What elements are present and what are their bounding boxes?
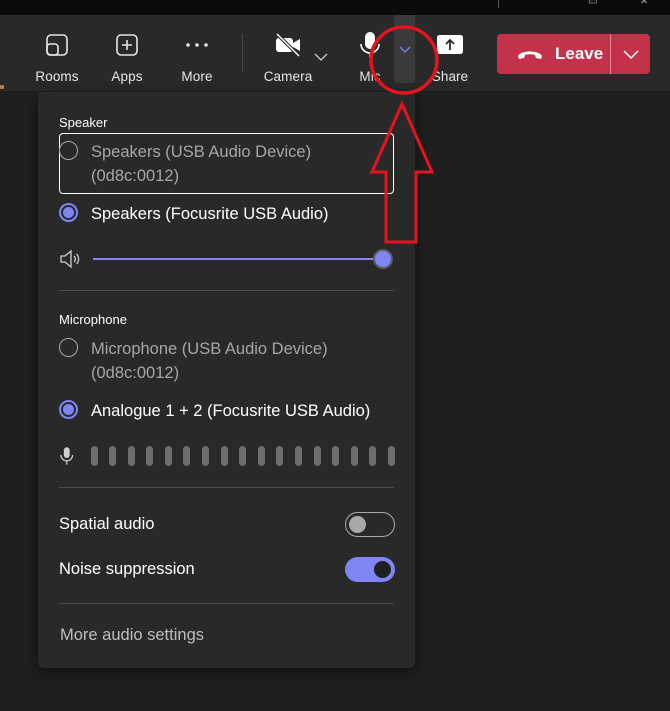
slider-track[interactable] <box>93 258 383 260</box>
toggle-knob <box>374 560 391 578</box>
camera-off-icon <box>274 29 302 61</box>
spatial-audio-setting: Spatial audio <box>59 511 395 537</box>
apps-plus-icon <box>115 29 139 61</box>
level-meter-bars <box>90 446 395 466</box>
microphone-option-focusrite[interactable]: Analogue 1 + 2 (Focusrite USB Audio) <box>59 399 395 423</box>
more-audio-settings-link[interactable]: More audio settings <box>60 626 204 645</box>
level-meter-bar <box>369 446 377 466</box>
toolbar-divider <box>242 34 243 72</box>
speaker-option-focusrite[interactable]: Speakers (Focusrite USB Audio) <box>59 202 395 226</box>
spatial-audio-label: Spatial audio <box>59 514 155 533</box>
toggle-knob <box>349 515 366 533</box>
rooms-label: Rooms <box>35 69 79 84</box>
partial-chevron-icon[interactable] <box>0 85 4 89</box>
spatial-audio-toggle[interactable] <box>345 511 395 537</box>
level-meter-bar <box>332 446 340 466</box>
leave-button[interactable]: Leave <box>497 34 610 74</box>
level-meter-bar <box>109 446 117 466</box>
radio-button[interactable] <box>59 338 78 357</box>
window-title-bar: ▭ ✕ <box>0 0 670 15</box>
level-meter-bar <box>127 446 135 466</box>
more-button[interactable]: More <box>170 15 224 91</box>
chevron-down-icon <box>622 49 639 59</box>
chevron-down-icon <box>399 46 410 53</box>
section-divider <box>59 487 394 488</box>
radio-button-selected[interactable] <box>59 203 78 222</box>
section-divider <box>59 290 394 291</box>
level-meter-bar <box>276 446 284 466</box>
leave-label: Leave <box>555 44 604 63</box>
slider-thumb[interactable] <box>373 249 393 269</box>
speaker-option-usb-audio-device[interactable]: Speakers (USB Audio Device) (0d8c:0012) <box>59 140 395 188</box>
level-meter-bar <box>313 446 321 466</box>
level-meter-bar <box>220 446 228 466</box>
rooms-icon <box>45 29 69 61</box>
level-meter-bar <box>350 446 358 466</box>
level-meter-bar <box>90 446 98 466</box>
level-meter-bar <box>257 446 265 466</box>
speaker-option-label: Speakers (USB Audio Device) (0d8c:0012) <box>91 143 312 185</box>
microphone-icon <box>359 29 381 61</box>
level-meter-bar <box>388 446 395 466</box>
camera-label: Camera <box>263 69 313 84</box>
microphone-option-label: Analogue 1 + 2 (Focusrite USB Audio) <box>91 402 371 420</box>
level-meter-bar <box>146 446 154 466</box>
camera-button[interactable]: Camera <box>262 15 314 91</box>
leave-options-button[interactable] <box>611 34 650 74</box>
leave-button-group: Leave <box>497 34 650 74</box>
microphone-level-meter <box>59 444 395 468</box>
phone-hangup-icon <box>518 51 542 59</box>
more-label: More <box>181 69 213 84</box>
radio-button-selected[interactable] <box>59 400 78 419</box>
close-icon[interactable]: ✕ <box>640 0 648 7</box>
mic-options-button[interactable] <box>394 15 415 83</box>
maximize-icon[interactable]: ▭ <box>588 0 597 7</box>
speaker-section-title: Speaker <box>59 115 108 130</box>
apps-button[interactable]: Apps <box>100 15 154 91</box>
level-meter-bar <box>202 446 210 466</box>
share-upload-icon <box>437 29 463 61</box>
mic-button[interactable]: Mic <box>352 15 388 91</box>
more-dots-icon <box>185 29 209 61</box>
share-button[interactable]: Share <box>430 15 470 91</box>
apps-label: Apps <box>111 69 143 84</box>
title-bar-separator <box>498 0 499 8</box>
noise-suppression-toggle[interactable] <box>345 556 395 582</box>
microphone-icon <box>60 447 74 465</box>
mic-label: Mic <box>359 69 381 84</box>
level-meter-bar <box>239 446 247 466</box>
microphone-option-usb-audio-device[interactable]: Microphone (USB Audio Device) (0d8c:0012… <box>59 337 395 385</box>
audio-settings-flyout: Speaker Speakers (USB Audio Device) (0d8… <box>38 92 415 668</box>
level-meter-bar <box>183 446 191 466</box>
noise-suppression-label: Noise suppression <box>59 559 195 578</box>
level-meter-bar <box>295 446 303 466</box>
speaker-option-label: Speakers (Focusrite USB Audio) <box>91 205 329 223</box>
microphone-section-title: Microphone <box>59 312 127 327</box>
section-divider <box>59 603 394 604</box>
noise-suppression-setting: Noise suppression <box>59 556 395 582</box>
speaker-volume-icon <box>60 249 80 269</box>
speaker-volume-slider[interactable] <box>59 248 395 270</box>
rooms-button[interactable]: Rooms <box>30 15 84 91</box>
radio-button[interactable] <box>59 141 78 160</box>
camera-options-chevron-icon[interactable] <box>314 48 328 66</box>
microphone-option-label: Microphone (USB Audio Device) (0d8c:0012… <box>91 340 328 382</box>
level-meter-bar <box>164 446 172 466</box>
share-label: Share <box>431 69 469 84</box>
